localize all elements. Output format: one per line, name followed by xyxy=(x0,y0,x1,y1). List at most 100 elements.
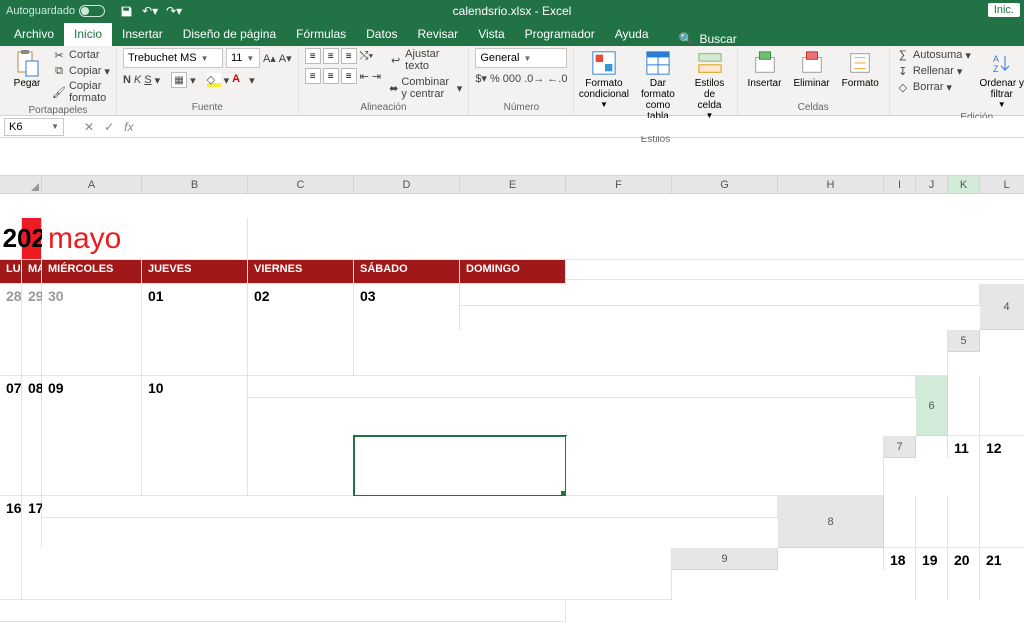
increase-font-button[interactable]: A▴ xyxy=(263,52,276,65)
col-header[interactable]: F xyxy=(566,176,672,194)
cell-styles-button[interactable]: Estilos de celda▼ xyxy=(689,48,731,122)
comma-button[interactable]: 000 xyxy=(503,73,521,85)
align-bottom-button[interactable]: ≡ xyxy=(341,48,357,64)
day-cell[interactable]: 02 xyxy=(248,284,354,330)
align-center-button[interactable]: ≡ xyxy=(323,68,339,84)
tab-ayuda[interactable]: Ayuda xyxy=(605,23,659,46)
row-header[interactable]: 6 xyxy=(916,376,948,436)
day-cell[interactable]: 19 xyxy=(916,548,948,600)
day-cell[interactable]: 11 xyxy=(948,436,980,496)
col-header[interactable]: J xyxy=(916,176,948,194)
decrease-decimal-button[interactable]: ←.0 xyxy=(547,73,567,85)
cut-button[interactable]: ✂Cortar xyxy=(52,48,110,62)
day-cell[interactable]: 21 xyxy=(980,548,1024,600)
increase-indent-button[interactable]: ⇥ xyxy=(372,70,381,83)
insert-cells-button[interactable]: Insertar xyxy=(744,48,786,91)
col-header[interactable]: A xyxy=(42,176,142,194)
align-left-button[interactable]: ≡ xyxy=(305,68,321,84)
font-size-combo[interactable]: 11▼ xyxy=(226,48,260,68)
col-header[interactable]: H xyxy=(778,176,884,194)
copy-button[interactable]: ⧉Copiar ▾ xyxy=(52,64,110,78)
col-header[interactable]: E xyxy=(460,176,566,194)
tab-formulas[interactable]: Fórmulas xyxy=(286,23,356,46)
tab-programador[interactable]: Programador xyxy=(515,23,605,46)
col-header[interactable]: C xyxy=(248,176,354,194)
day-cell[interactable]: 20 xyxy=(948,548,980,600)
select-all-corner[interactable] xyxy=(0,176,42,194)
sort-filter-button[interactable]: AZ Ordenar y filtrar▼ xyxy=(975,48,1024,111)
decrease-font-button[interactable]: A▾ xyxy=(279,52,292,65)
row-header[interactable]: 9 xyxy=(672,548,778,570)
sign-in-button[interactable]: Inic. xyxy=(988,3,1020,17)
percent-button[interactable]: % xyxy=(490,73,500,85)
tab-archivo[interactable]: Archivo xyxy=(4,23,64,46)
italic-button[interactable]: K xyxy=(134,74,141,86)
selected-cell[interactable] xyxy=(354,436,566,496)
conditional-format-button[interactable]: Formato condicional▼ xyxy=(580,48,627,111)
row-header[interactable]: 5 xyxy=(948,330,980,352)
font-name-combo[interactable]: Trebuchet MS▼ xyxy=(123,48,223,68)
col-header[interactable]: K xyxy=(948,176,980,194)
wrap-text-button[interactable]: ↩Ajustar texto xyxy=(389,48,462,72)
underline-button[interactable]: S ▾ xyxy=(144,74,160,87)
bold-button[interactable]: N xyxy=(123,74,131,86)
tell-me-search[interactable]: 🔍 Buscar xyxy=(679,32,737,46)
tab-diseno[interactable]: Diseño de página xyxy=(173,23,286,46)
fill-button[interactable]: ↧Rellenar ▾ xyxy=(896,64,971,78)
paste-button[interactable]: Pegar xyxy=(6,48,48,91)
col-header[interactable]: L xyxy=(980,176,1024,194)
number-format-combo[interactable]: General▼ xyxy=(475,48,567,68)
day-cell[interactable]: 28 xyxy=(0,284,22,330)
cancel-formula-icon[interactable]: ✕ xyxy=(84,120,94,134)
autosave-toggle[interactable]: Autoguardado xyxy=(6,5,105,17)
currency-button[interactable]: $▾ xyxy=(475,72,487,85)
row-header[interactable]: 7 xyxy=(884,436,916,458)
formula-input[interactable] xyxy=(141,118,1024,136)
day-cell[interactable]: 07 xyxy=(0,376,22,436)
delete-cells-button[interactable]: Eliminar xyxy=(790,48,834,91)
day-cell[interactable]: 12 xyxy=(980,436,1024,496)
autosum-button[interactable]: ∑Autosuma ▾ xyxy=(896,48,971,62)
align-right-button[interactable]: ≡ xyxy=(341,68,357,84)
increase-decimal-button[interactable]: .0→ xyxy=(524,73,544,85)
col-header[interactable]: D xyxy=(354,176,460,194)
tab-revisar[interactable]: Revisar xyxy=(408,23,469,46)
day-cell[interactable]: 29 xyxy=(22,284,42,330)
align-middle-button[interactable]: ≡ xyxy=(323,48,339,64)
tab-insertar[interactable]: Insertar xyxy=(112,23,173,46)
day-cell[interactable]: 16 xyxy=(0,496,22,548)
enter-formula-icon[interactable]: ✓ xyxy=(104,120,114,134)
col-header[interactable]: I xyxy=(884,176,916,194)
day-cell[interactable]: 10 xyxy=(142,376,248,436)
day-cell[interactable]: 18 xyxy=(884,548,916,600)
col-header[interactable]: G xyxy=(672,176,778,194)
fx-icon[interactable]: fx xyxy=(124,120,133,134)
day-cell[interactable]: 30 xyxy=(42,284,142,330)
align-top-button[interactable]: ≡ xyxy=(305,48,321,64)
col-header[interactable]: B xyxy=(142,176,248,194)
tab-vista[interactable]: Vista xyxy=(468,23,514,46)
row-header[interactable]: 4 xyxy=(980,284,1024,330)
day-cell[interactable]: 08 xyxy=(22,376,42,436)
row-header[interactable]: 8 xyxy=(778,496,884,548)
format-cells-button[interactable]: Formato xyxy=(838,48,883,91)
day-cell[interactable]: 03 xyxy=(354,284,460,330)
tab-datos[interactable]: Datos xyxy=(356,23,407,46)
font-color-button[interactable]: A▾ xyxy=(232,73,255,87)
orientation-button[interactable]: ⤭▾ xyxy=(360,50,373,63)
format-painter-button[interactable]: 🖌Copiar formato xyxy=(52,80,110,104)
tab-inicio[interactable]: Inicio xyxy=(64,23,112,46)
day-cell[interactable]: 01 xyxy=(142,284,248,330)
name-box[interactable]: K6▼ xyxy=(4,118,64,136)
save-icon[interactable] xyxy=(119,4,133,18)
merge-center-button[interactable]: ⬌Combinar y centrar ▾ xyxy=(389,76,462,100)
redo-icon[interactable]: ↷▾ xyxy=(167,4,181,18)
worksheet-grid[interactable]: A B C D E F G H I J K L M N 1 2020 mayo … xyxy=(0,176,1024,622)
border-button[interactable]: ▦▾ xyxy=(171,72,196,88)
day-cell[interactable]: 09 xyxy=(42,376,142,436)
day-cell[interactable]: 17 xyxy=(22,496,42,548)
clear-button[interactable]: ◇Borrar ▾ xyxy=(896,80,971,94)
fill-color-button[interactable]: ◇▾ xyxy=(207,73,230,87)
decrease-indent-button[interactable]: ⇤ xyxy=(360,70,369,83)
undo-icon[interactable]: ↶▾ xyxy=(143,4,157,18)
